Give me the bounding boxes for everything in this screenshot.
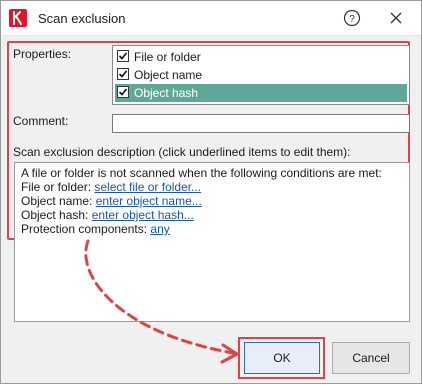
dashed-arrow-annotation	[84, 239, 239, 364]
ok-button[interactable]: OK	[244, 342, 320, 374]
cancel-button[interactable]: Cancel	[332, 342, 410, 374]
scan-exclusion-dialog: Scan exclusion ? Properties: File or fol…	[0, 0, 422, 384]
